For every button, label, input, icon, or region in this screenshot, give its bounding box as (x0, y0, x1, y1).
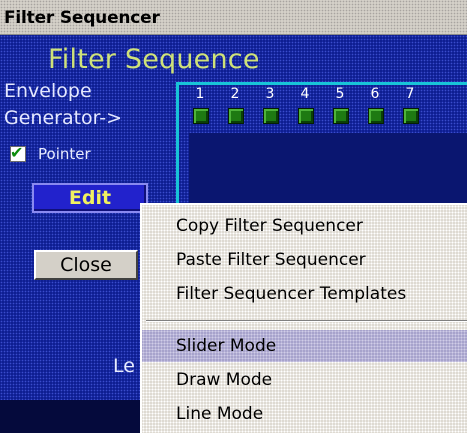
envelope-step-led-5[interactable] (333, 108, 349, 124)
envelope-label-line1: Envelope (4, 80, 92, 102)
envelope-step-led-4[interactable] (298, 108, 314, 124)
envelope-step-led-7[interactable] (403, 108, 419, 124)
step-number-3: 3 (265, 86, 275, 102)
step-number-2: 2 (230, 86, 240, 102)
menu-item-filter-sequencer-templates[interactable]: Filter Sequencer Templates (142, 278, 467, 310)
menu-item-draw-mode[interactable]: Draw Mode (142, 364, 467, 396)
menu-item-copy-filter-sequencer[interactable]: Copy Filter Sequencer (142, 210, 467, 242)
envelope-label-line2: Generator-> (4, 107, 123, 129)
pointer-label: Pointer (38, 145, 91, 163)
menu-item-line-mode[interactable]: Line Mode (142, 398, 467, 430)
checkmark-icon: ✔ (10, 143, 24, 162)
step-number-4: 4 (300, 86, 310, 102)
envelope-step-led-1[interactable] (193, 108, 209, 124)
partial-label: Le (113, 355, 135, 377)
title-bar[interactable]: Filter Sequencer (0, 0, 467, 35)
window-title: Filter Sequencer (4, 8, 160, 28)
context-menu: Copy Filter Sequencer Paste Filter Seque… (140, 203, 467, 433)
close-button[interactable]: Close (34, 250, 138, 280)
step-number-6: 6 (370, 86, 380, 102)
envelope-generator-label: Envelope Generator-> (4, 78, 122, 132)
envelope-step-led-6[interactable] (368, 108, 384, 124)
panel-heading: Filter Sequence (48, 44, 260, 75)
step-number-7: 7 (405, 86, 415, 102)
menu-item-paste-filter-sequencer[interactable]: Paste Filter Sequencer (142, 244, 467, 276)
envelope-step-led-2[interactable] (228, 108, 244, 124)
menu-item-slider-mode[interactable]: Slider Mode (142, 330, 467, 362)
menu-separator (146, 320, 467, 322)
step-number-5: 5 (335, 86, 345, 102)
pointer-checkbox[interactable]: ✔ (10, 143, 26, 162)
edit-button[interactable]: Edit (32, 183, 148, 213)
envelope-step-led-3[interactable] (263, 108, 279, 124)
step-number-1: 1 (195, 86, 205, 102)
